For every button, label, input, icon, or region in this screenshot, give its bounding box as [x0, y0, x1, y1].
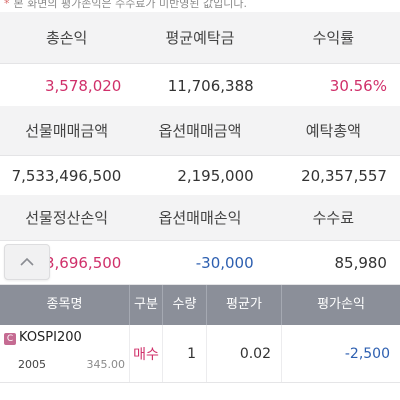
note-star: * — [4, 0, 10, 10]
label-avg-deposit: 평균예탁금 — [165, 29, 235, 47]
col-header-eval-pnl: 평가손익 — [317, 297, 365, 312]
call-option-badge: C — [4, 333, 16, 345]
label-futures-trade-amount: 선물매매금액 — [25, 122, 109, 140]
chevron-up-icon — [20, 257, 34, 266]
summary-value-row-3: 3,696,500 -30,000 85,980 — [0, 240, 400, 285]
label-total-deposit: 예탁총액 — [305, 122, 361, 140]
table-row[interactable]: C KOSPI200 2005 345.00 매수 1 0.02 -2,500 — [0, 325, 400, 383]
value-total-deposit: 20,357,557 — [301, 167, 387, 185]
col-header-type: 구분 — [130, 285, 163, 325]
value-options-trade-amount: 2,195,000 — [177, 167, 254, 185]
label-options-trade-pnl: 옵션매매손익 — [158, 209, 242, 227]
value-total-pnl: 3,578,020 — [44, 76, 122, 95]
cell-type: 매수 — [130, 325, 163, 382]
col-header-quantity: 수량 — [163, 285, 207, 325]
item-name: KOSPI200 — [19, 330, 82, 345]
item-code: 2005 — [18, 358, 46, 371]
cell-avg-price: 0.02 — [207, 325, 282, 382]
col-header-avg-price: 평균가 — [207, 285, 282, 325]
col-header-item-name: 종목명 — [0, 285, 130, 325]
value-commission: 85,980 — [334, 253, 387, 272]
positions-table-header: 종목명 구분 수량 평균가 평가손익 — [0, 285, 400, 325]
summary-value-row-2: 7,533,496,500 2,195,000 20,357,557 — [0, 155, 400, 197]
label-options-trade-amount: 옵션매매금액 — [158, 122, 242, 140]
label-return-rate: 수익률 — [312, 29, 355, 47]
item-strike-price: 345.00 — [86, 358, 126, 371]
cell-item: C KOSPI200 2005 345.00 — [0, 325, 130, 382]
value-options-trade-pnl: -30,000 — [195, 253, 254, 272]
summary-header-row-1: 총손익 평균예탁금 수익률 — [0, 12, 400, 63]
value-futures-trade-amount: 7,533,496,500 — [11, 167, 122, 185]
value-return-rate: 30.56% — [329, 76, 387, 95]
disclaimer-note: * 본 화면의 평가손익은 수수료가 미반영된 값입니다. — [0, 0, 400, 12]
label-commission: 수수료 — [312, 209, 355, 227]
cell-eval-pnl: -2,500 — [344, 345, 390, 362]
value-avg-deposit: 11,706,388 — [167, 76, 254, 95]
label-total-pnl: 총손익 — [45, 29, 88, 47]
label-futures-settlement-pnl: 선물정산손익 — [25, 209, 109, 227]
collapse-button[interactable] — [4, 244, 50, 280]
summary-value-row-1: 3,578,020 11,706,388 30.56% — [0, 63, 400, 108]
summary-header-row-3: 선물정산손익 옵션매매손익 수수료 — [0, 195, 400, 240]
cell-quantity: 1 — [163, 325, 207, 382]
summary-header-row-2: 선물매매금액 옵션매매금액 예탁총액 — [0, 106, 400, 155]
note-text: 본 화면의 평가손익은 수수료가 미반영된 값입니다. — [13, 0, 248, 10]
